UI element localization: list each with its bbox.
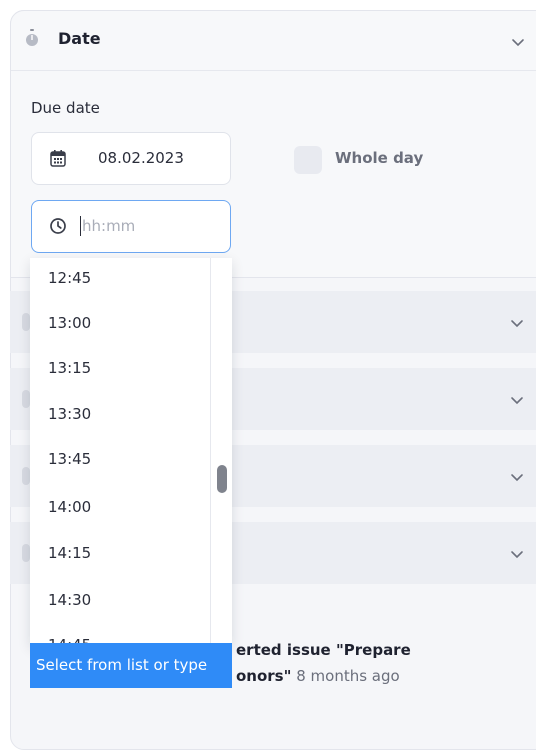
time-option-list: 12:45 13:00 13:15 13:30 13:45 14:00 14:1… — [30, 258, 210, 645]
time-option[interactable]: 14:15 — [30, 530, 210, 576]
due-date-label: Due date — [31, 99, 100, 117]
date-section-header[interactable]: Date — [11, 11, 536, 71]
dropdown-scrollbar[interactable] — [210, 258, 232, 645]
chevron-down-icon[interactable] — [510, 395, 524, 405]
chevron-down-icon[interactable] — [510, 549, 524, 559]
time-option[interactable]: 13:15 — [30, 345, 210, 391]
scrollbar-thumb[interactable] — [217, 465, 227, 493]
time-option[interactable]: 13:45 — [30, 436, 210, 482]
activity-subject: onors" — [236, 667, 292, 685]
chevron-down-icon[interactable] — [510, 318, 524, 328]
whole-day-checkbox[interactable] — [294, 146, 322, 174]
text-caret — [80, 216, 81, 236]
date-field[interactable]: 08.02.2023 — [31, 132, 231, 185]
section-icon — [22, 467, 30, 485]
stopwatch-icon — [26, 29, 38, 46]
dropdown-hint: Select from list or type — [30, 643, 232, 688]
whole-day-label[interactable]: Whole day — [335, 149, 423, 167]
time-option[interactable]: 14:30 — [30, 577, 210, 623]
section-icon — [22, 390, 30, 408]
time-option[interactable]: 13:00 — [30, 300, 210, 346]
time-option[interactable]: 14:45 — [30, 622, 210, 645]
time-option[interactable]: 13:30 — [30, 391, 210, 437]
calendar-icon — [50, 150, 66, 167]
date-section: Date Due date 08.02.2023 Whole day — [10, 10, 536, 278]
time-input[interactable] — [82, 213, 222, 239]
time-dropdown[interactable]: 12:45 13:00 13:15 13:30 13:45 14:00 14:1… — [30, 258, 232, 645]
time-option[interactable]: 12:45 — [30, 258, 210, 301]
clock-icon — [50, 218, 66, 234]
section-icon — [22, 544, 30, 562]
activity-text: erted issue "Prepare — [236, 641, 411, 659]
section-title: Date — [58, 29, 101, 48]
time-option[interactable]: 14:00 — [30, 484, 210, 530]
activity-meta: onors" 8 months ago — [236, 664, 400, 688]
chevron-down-icon[interactable] — [510, 472, 524, 482]
time-field[interactable] — [31, 200, 231, 253]
section-icon — [22, 313, 30, 331]
chevron-down-icon[interactable] — [511, 37, 525, 47]
date-value: 08.02.2023 — [98, 149, 184, 167]
activity-time: 8 months ago — [296, 667, 400, 685]
